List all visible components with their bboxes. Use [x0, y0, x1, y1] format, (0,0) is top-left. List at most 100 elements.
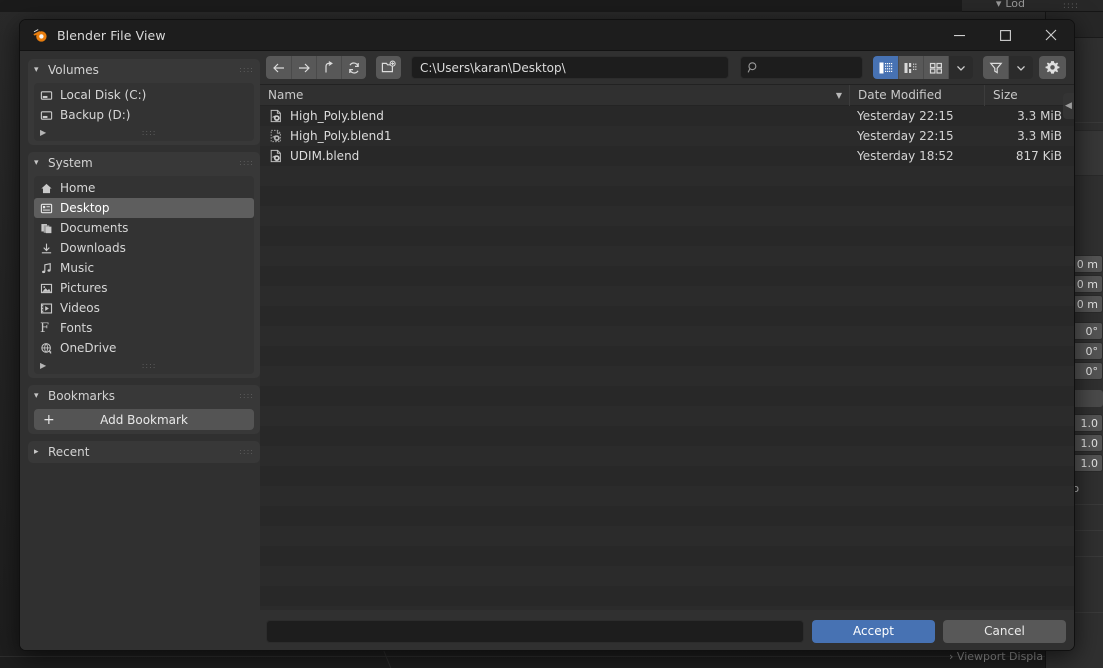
sidebar-item-label: Home — [60, 181, 96, 195]
sidebar-section-label: Volumes — [48, 63, 99, 77]
search-input[interactable] — [740, 56, 863, 79]
column-header-size[interactable]: Size — [984, 85, 1074, 106]
filter-buttons — [983, 56, 1033, 79]
blender-logo-icon — [33, 29, 47, 42]
list-grip[interactable]: :::: — [142, 361, 157, 370]
system-list-resize[interactable]: ▶ :::: — [34, 358, 254, 372]
arrow-up-icon — [325, 60, 333, 72]
sidebar-section-recent-header[interactable]: ▸ Recent :::: — [28, 441, 260, 463]
sidebar-section-bookmarks: ▾ Bookmarks :::: + Add Bookmark — [28, 385, 260, 434]
sidebar-section-label: Bookmarks — [48, 389, 116, 403]
arrow-left-icon — [272, 63, 284, 72]
dialog-title: Blender File View — [57, 27, 166, 43]
panel-grip[interactable]: :::: — [239, 448, 254, 456]
sidebar-section-bookmarks-header[interactable]: ▾ Bookmarks :::: — [28, 385, 260, 407]
close-button[interactable] — [1028, 20, 1074, 51]
empty-row — [260, 446, 1074, 466]
sidebar-section-volumes-header[interactable]: ▾ Volumes :::: — [28, 59, 260, 81]
file-date-cell: Yesterday 22:15 — [857, 129, 954, 143]
sidebar-section-system-body: Home Desktop Documents Downloads Music P… — [28, 174, 260, 378]
sidebar-section-system-header[interactable]: ▾ System :::: — [28, 152, 260, 174]
maximize-button[interactable] — [982, 20, 1028, 51]
list-grip[interactable]: :::: — [142, 128, 157, 137]
sidebar-item-label: Desktop — [60, 201, 110, 215]
sidebar-collapse-tab[interactable]: ◀ — [1063, 93, 1074, 119]
chevron-down-icon — [957, 65, 965, 71]
empty-row — [260, 366, 1074, 386]
close-icon — [1045, 29, 1057, 41]
file-size-cell: 3.3 MiB — [1017, 129, 1062, 143]
volumes-list: Local Disk (C:) Backup (D:) ▶:::: — [34, 83, 254, 141]
column-label: Name — [268, 88, 304, 102]
sidebar-section-label: Recent — [48, 445, 90, 459]
column-header-date-modified[interactable]: Date Modified — [849, 85, 984, 106]
refresh-button[interactable] — [341, 56, 366, 79]
panel-grip[interactable]: :::: — [239, 392, 254, 400]
display-mode-vertical-list-button[interactable] — [873, 56, 898, 79]
new-folder-button[interactable] — [376, 56, 401, 79]
dialog-titlebar[interactable]: Blender File View — [20, 20, 1074, 51]
gear-icon — [1045, 61, 1060, 74]
film-icon — [40, 302, 60, 315]
download-icon — [40, 242, 60, 255]
funnel-filter-icon — [989, 62, 1002, 74]
volumes-list-resize[interactable]: ▶ :::: — [34, 125, 254, 139]
table-row[interactable]: High_Poly.blend Yesterday 22:15 3.3 MiB — [260, 106, 1074, 126]
font-icon: F — [40, 320, 50, 336]
column-label: Date Modified — [858, 88, 942, 102]
search-icon — [747, 62, 757, 73]
table-row[interactable]: UDIM.blend Yesterday 18:52 817 KiB — [260, 146, 1074, 166]
sidebar-item-downloads[interactable]: Downloads — [34, 238, 254, 258]
drive-icon — [40, 89, 60, 102]
sidebar-section-volumes: ▾ Volumes :::: Local Disk (C:) Backup (D… — [28, 59, 260, 145]
sidebar-item-label: Pictures — [60, 281, 108, 295]
sidebar-item-backup-d[interactable]: Backup (D:) — [34, 105, 254, 125]
add-bookmark-button[interactable]: + Add Bookmark — [34, 409, 254, 430]
parent-directory-button[interactable] — [316, 56, 341, 79]
empty-row — [260, 326, 1074, 346]
back-button[interactable] — [266, 56, 291, 79]
forward-button[interactable] — [291, 56, 316, 79]
empty-row — [260, 406, 1074, 426]
sidebar-item-pictures[interactable]: Pictures — [34, 278, 254, 298]
sidebar-section-recent: ▸ Recent :::: — [28, 441, 260, 463]
sidebar-item-music[interactable]: Music — [34, 258, 254, 278]
blend-file-icon — [270, 149, 281, 163]
empty-row — [260, 226, 1074, 246]
empty-row — [260, 486, 1074, 506]
sidebar-item-home[interactable]: Home — [34, 178, 254, 198]
accept-button[interactable]: Accept — [812, 619, 935, 643]
settings-button[interactable] — [1039, 56, 1066, 79]
column-header-name[interactable]: Name ▼ — [260, 85, 849, 106]
chevron-down-icon — [1017, 65, 1025, 71]
blender-topbar-dark — [0, 0, 962, 12]
dialog-footer: Accept Cancel — [260, 610, 1074, 650]
new-folder-icon — [381, 60, 396, 73]
filename-input[interactable] — [266, 619, 804, 643]
display-mode-thumbnails-button[interactable] — [923, 56, 948, 79]
sidebar-item-local-disk-c[interactable]: Local Disk (C:) — [34, 85, 254, 105]
filter-toggle-button[interactable] — [983, 56, 1008, 79]
file-name: UDIM.blend — [290, 149, 360, 163]
panel-grip[interactable]: :::: — [239, 66, 254, 74]
path-input[interactable]: C:\Users\karan\Desktop\ — [411, 56, 729, 79]
chevron-left-icon: ◀ — [1065, 101, 1072, 111]
sidebar-item-fonts[interactable]: F Fonts — [34, 318, 254, 338]
sidebar-item-label: OneDrive — [60, 341, 117, 355]
cancel-label: Cancel — [984, 624, 1025, 638]
minimize-button[interactable] — [936, 20, 982, 51]
filter-options-dropdown[interactable] — [1008, 56, 1033, 79]
file-size-cell: 3.3 MiB — [1017, 109, 1062, 123]
sidebar-item-videos[interactable]: Videos — [34, 298, 254, 318]
display-options-dropdown[interactable] — [948, 56, 973, 79]
cancel-button[interactable]: Cancel — [943, 619, 1066, 643]
table-row[interactable]: High_Poly.blend1 Yesterday 22:15 3.3 MiB — [260, 126, 1074, 146]
file-name-cell: High_Poly.blend1 — [260, 129, 849, 143]
empty-row — [260, 466, 1074, 486]
sidebar-item-documents[interactable]: Documents — [34, 218, 254, 238]
empty-row — [260, 526, 1074, 546]
panel-grip[interactable]: :::: — [239, 159, 254, 167]
sidebar-item-desktop[interactable]: Desktop — [34, 198, 254, 218]
sidebar-item-onedrive[interactable]: OneDrive — [34, 338, 254, 358]
display-mode-horizontal-list-button[interactable] — [898, 56, 923, 79]
